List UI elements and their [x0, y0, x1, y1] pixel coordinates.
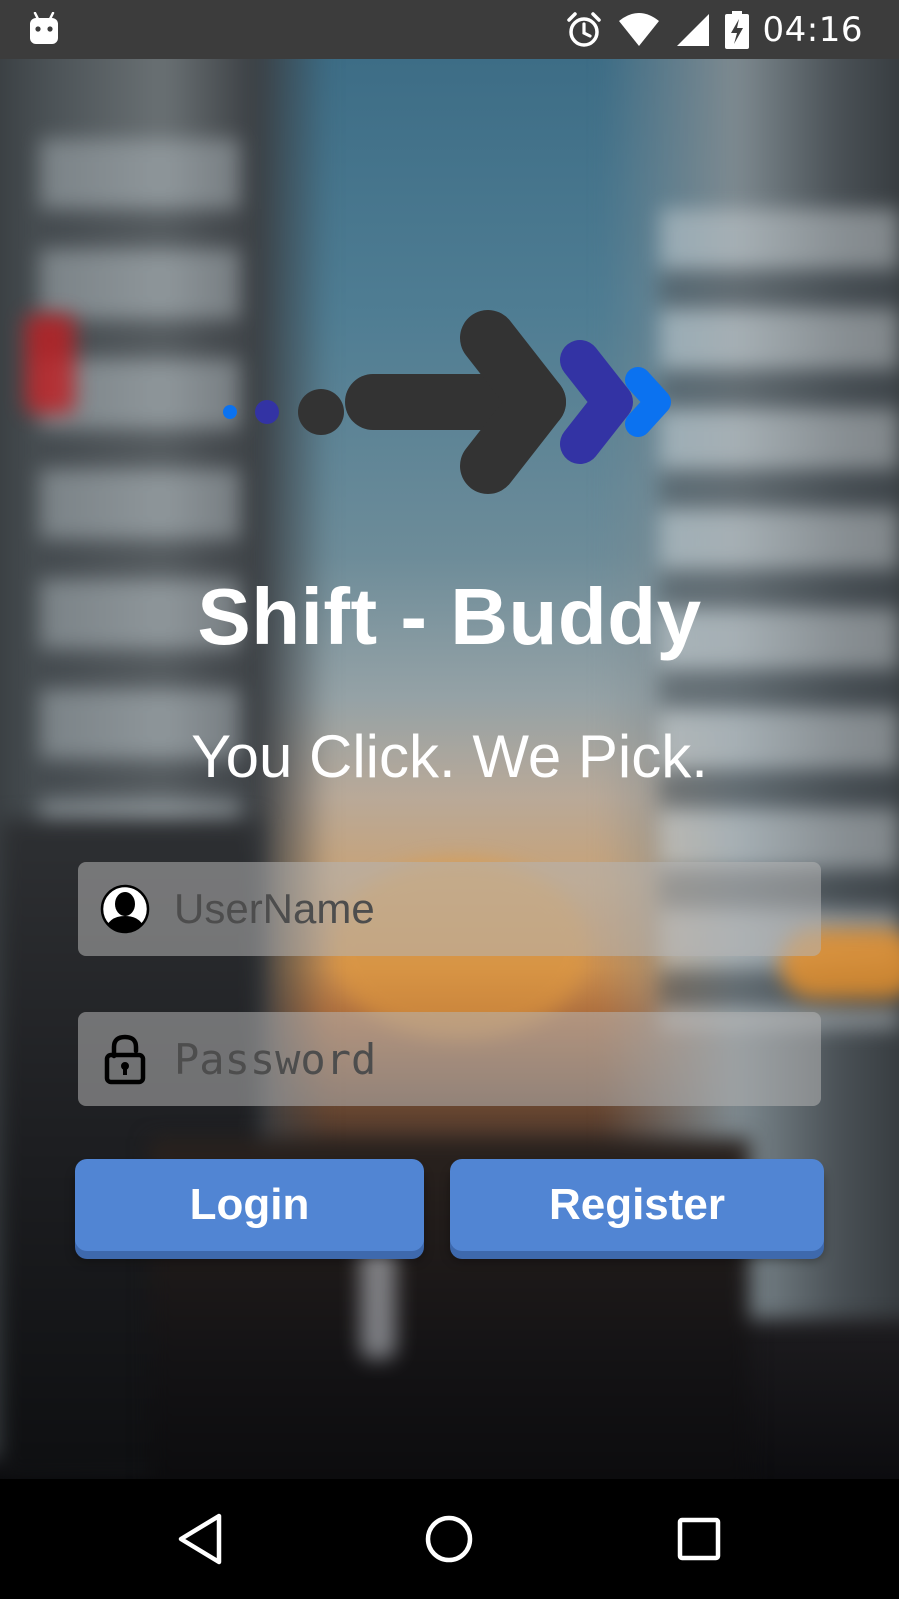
lock-icon — [104, 1034, 146, 1085]
username-input[interactable] — [174, 862, 794, 956]
status-bar: 04:16 — [0, 0, 899, 59]
back-icon — [178, 1513, 222, 1565]
street-light — [360, 1239, 396, 1359]
username-field[interactable] — [78, 862, 821, 956]
app-tagline: You Click. We Pick. — [191, 723, 708, 790]
password-input[interactable] — [174, 1012, 794, 1106]
home-button[interactable] — [417, 1507, 481, 1571]
back-button[interactable] — [168, 1507, 232, 1571]
password-field[interactable] — [78, 1012, 821, 1106]
recents-icon — [677, 1517, 721, 1561]
red-sign — [25, 314, 75, 414]
wifi-icon — [617, 13, 661, 47]
login-screen: 04:16 Shift - Buddy You Click. We Pick. — [0, 0, 899, 1599]
arrow-logo-icon — [223, 310, 671, 494]
alarm-icon — [565, 11, 603, 49]
status-icons: 04:16 — [551, 10, 863, 50]
recents-button[interactable] — [667, 1507, 731, 1571]
clock-time: 04:16 — [762, 10, 863, 50]
register-button[interactable]: Register — [450, 1159, 824, 1251]
navigation-bar — [0, 1479, 899, 1599]
login-button[interactable]: Login — [75, 1159, 424, 1251]
signal-icon — [675, 13, 711, 47]
user-icon — [100, 884, 150, 934]
battery-charging-icon — [724, 11, 749, 49]
home-icon — [425, 1515, 473, 1563]
app-title: Shift - Buddy — [197, 572, 702, 661]
android-icon — [30, 12, 58, 44]
